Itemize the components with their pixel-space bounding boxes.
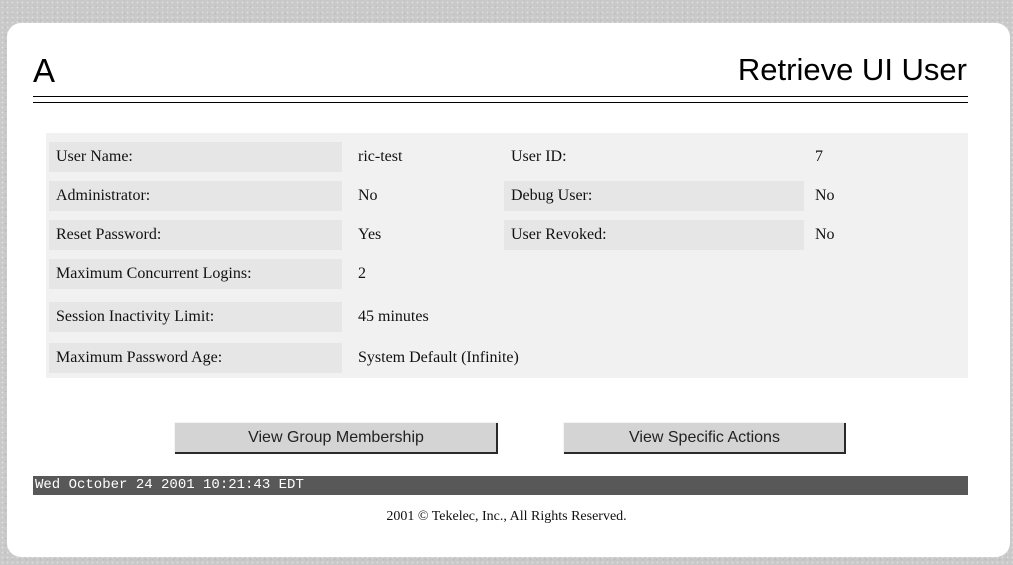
status-bar-timestamp: Wed October 24 2001 10:21:43 EDT [33, 476, 968, 495]
view-specific-actions-button[interactable]: View Specific Actions [563, 422, 846, 454]
page-title: Retrieve UI User [737, 52, 967, 87]
user-revoked-value: No [815, 226, 835, 243]
view-group-membership-button[interactable]: View Group Membership [174, 422, 498, 454]
inactivity-limit-value: 45 minutes [358, 308, 429, 325]
copyright-text: 2001 © Tekelec, Inc., All Rights Reserve… [386, 509, 627, 524]
administrator-label: Administrator: [49, 181, 342, 211]
debug-user-value: No [815, 187, 835, 204]
logo: A [33, 52, 56, 89]
user-revoked-label: User Revoked: [504, 220, 804, 250]
reset-password-label: Reset Password: [49, 220, 342, 250]
debug-user-label: Debug User: [504, 181, 804, 211]
title-divider [33, 96, 968, 97]
user-id-value: 7 [815, 148, 823, 165]
user-id-label: User ID: [511, 148, 567, 165]
title-divider [33, 102, 968, 103]
max-logins-label: Maximum Concurrent Logins: [49, 259, 342, 289]
inactivity-limit-label: Session Inactivity Limit: [49, 302, 342, 332]
password-age-label: Maximum Password Age: [49, 343, 342, 373]
user-name-value: ric-test [358, 148, 403, 165]
password-age-value: System Default (Infinite) [358, 349, 519, 366]
reset-password-value: Yes [358, 226, 382, 243]
administrator-value: No [358, 187, 378, 204]
user-name-label: User Name: [49, 142, 342, 172]
max-logins-value: 2 [358, 265, 366, 282]
